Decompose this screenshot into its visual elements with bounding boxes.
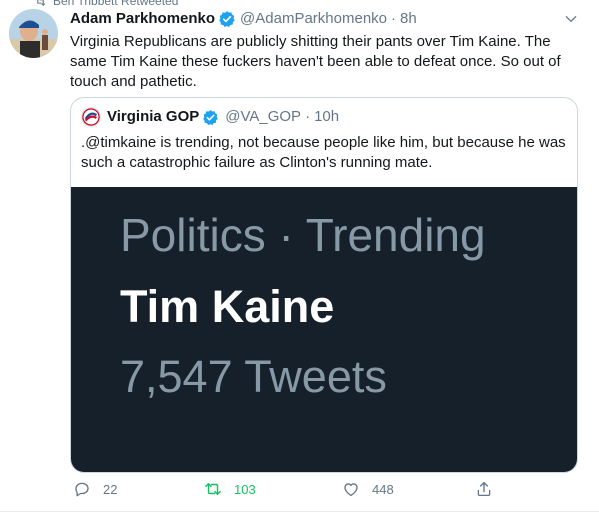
tweet-text: Virginia Republicans are publicly shitti…	[70, 33, 561, 90]
share-icon	[477, 481, 491, 497]
verified-badge-icon	[219, 11, 235, 28]
quoted-author-handle: @VA_GOP	[225, 108, 302, 125]
retweet-button[interactable]: 103	[204, 480, 256, 498]
media-trending-context: Politics · Trending	[120, 209, 486, 261]
like-count: 448	[372, 481, 394, 497]
retweet-small-icon	[37, 0, 46, 6]
verified-badge-icon	[203, 109, 219, 125]
chevron-down-icon[interactable]	[563, 11, 579, 27]
avatar[interactable]	[9, 9, 58, 58]
quoted-tweet[interactable]: Virginia GOP @VA_GOP · 10h .@timkaine is…	[70, 97, 578, 473]
share-button[interactable]	[475, 480, 493, 498]
reply-count: 22	[103, 481, 118, 497]
quoted-author-name: Virginia GOP	[107, 108, 200, 125]
tweet-header: Adam Parkhomenko @AdamParkhomenko · 8h	[70, 9, 417, 29]
retweet-icon	[205, 483, 221, 495]
like-icon	[344, 483, 358, 497]
reply-button[interactable]: 22	[73, 480, 117, 498]
tweet-actions: 22 103 448	[0, 480, 599, 506]
quoted-tweet-time: 10h	[314, 108, 340, 125]
author-handle[interactable]: @AdamParkhomenko	[240, 9, 387, 29]
quoted-media-image[interactable]: Politics · Trending Tim Kaine 7,547 Twee…	[71, 187, 577, 472]
quoted-tweet-header: Virginia GOP @VA_GOP · 10h	[81, 107, 339, 127]
media-tweet-count: 7,547 Tweets	[120, 351, 387, 402]
quoted-avatar	[81, 107, 101, 127]
separator-dot: ·	[391, 10, 397, 27]
retweet-count: 103	[234, 481, 256, 497]
retweet-context-text: Ben Tribbett Retweeted	[53, 0, 179, 8]
like-button[interactable]: 448	[342, 480, 394, 498]
tweet-divider	[0, 511, 599, 512]
reply-icon	[75, 482, 89, 497]
author-name[interactable]: Adam Parkhomenko	[70, 9, 215, 29]
media-trending-topic: Tim Kaine	[120, 281, 335, 332]
retweet-context[interactable]: Ben Tribbett Retweeted	[34, 0, 178, 8]
separator-dot: ·	[305, 108, 311, 125]
tweet-time[interactable]: 8h	[400, 9, 417, 29]
quoted-tweet-text: .@timkaine is trending, not because peop…	[81, 134, 566, 171]
